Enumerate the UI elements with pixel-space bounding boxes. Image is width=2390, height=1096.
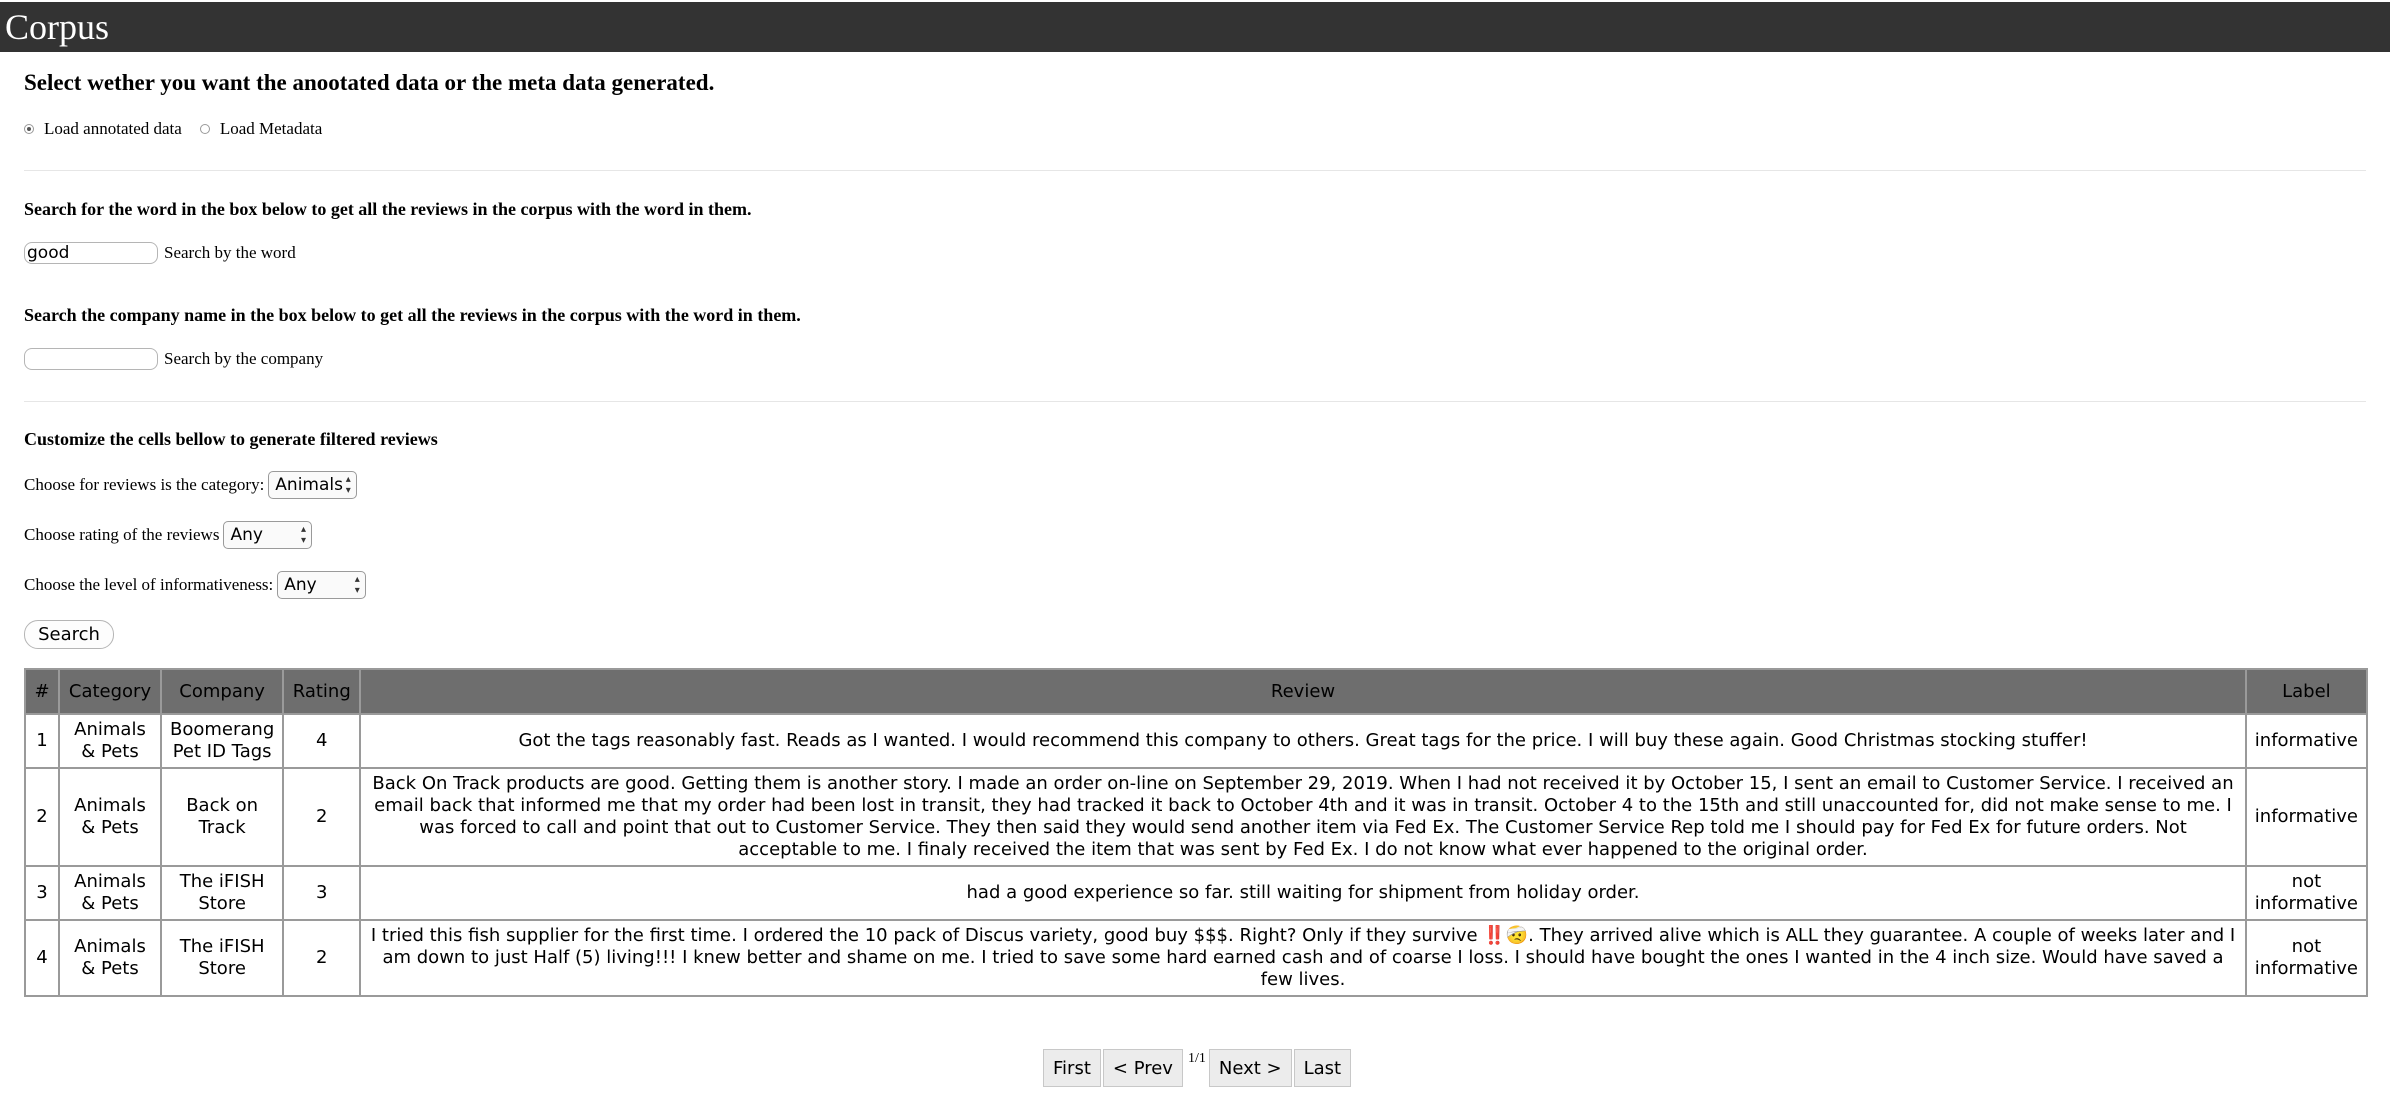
cell-rating: 4 <box>282 713 362 769</box>
next-page-button[interactable]: Next > <box>1208 1049 1292 1087</box>
word-search-input[interactable]: good <box>24 242 158 264</box>
cell-label: informative <box>2244 713 2369 769</box>
cell-index: 4 <box>24 919 60 997</box>
informativeness-select[interactable]: Any ▴ ▾ <box>277 571 367 599</box>
cell-label: not informative <box>2244 865 2369 921</box>
col-header-index: # <box>24 668 60 715</box>
cell-category: Animals & Pets <box>58 713 162 769</box>
top-header: Corpus <box>0 2 2390 52</box>
cell-category: Animals & Pets <box>58 919 162 997</box>
select-arrows-icon: ▴ ▾ <box>300 524 306 546</box>
filters-heading: Customize the cells bellow to generate f… <box>24 429 438 449</box>
radio-metadata-label[interactable]: Load Metadata <box>220 119 322 139</box>
reviews-table: # Category Company Rating Review Label 1… <box>24 668 2369 997</box>
radio-annotated-data[interactable] <box>24 124 34 134</box>
cell-company: The iFISH Store <box>159 865 285 921</box>
divider <box>24 401 2366 402</box>
category-filter-row: Choose for reviews is the category: Anim… <box>24 471 358 499</box>
company-search-row: Search by the company <box>24 348 323 370</box>
table-row: 1 Animals & Pets Boomerang Pet ID Tags 4… <box>24 713 2369 769</box>
select-arrows-icon: ▴ ▾ <box>354 574 360 596</box>
cell-category: Animals & Pets <box>58 767 162 867</box>
cell-review: I tried this fish supplier for the first… <box>359 919 2247 997</box>
word-search-label: Search by the word <box>164 243 296 262</box>
cell-index: 1 <box>24 713 60 769</box>
table-row: 2 Animals & Pets Back on Track 2 Back On… <box>24 767 2369 867</box>
cell-index: 2 <box>24 767 60 867</box>
col-header-label: Label <box>2244 668 2369 715</box>
informativeness-select-value: Any <box>284 575 317 595</box>
cell-company: Back on Track <box>159 767 285 867</box>
data-select-radio-group: Load annotated data Load Metadata <box>24 119 340 139</box>
table-row: 3 Animals & Pets The iFISH Store 3 had a… <box>24 865 2369 921</box>
rating-select-value: Any <box>230 525 263 545</box>
cell-label: not informative <box>2244 919 2369 997</box>
cell-label: informative <box>2244 767 2369 867</box>
category-select-value: Animals <box>275 475 343 495</box>
radio-annotated-data-label[interactable]: Load annotated data <box>44 119 182 139</box>
divider <box>24 170 2366 171</box>
cell-rating: 2 <box>282 767 362 867</box>
informativeness-filter-row: Choose the level of informativeness: Any… <box>24 571 367 599</box>
col-header-category: Category <box>58 668 162 715</box>
cell-rating: 2 <box>282 919 362 997</box>
cell-review: Back On Track products are good. Getting… <box>359 767 2247 867</box>
search-button[interactable]: Search <box>24 620 114 649</box>
company-search-heading: Search the company name in the box below… <box>24 305 801 325</box>
word-search-row: good Search by the word <box>24 242 296 264</box>
company-search-label: Search by the company <box>164 349 324 368</box>
prev-page-button[interactable]: < Prev <box>1102 1049 1183 1087</box>
cell-index: 3 <box>24 865 60 921</box>
rating-filter-row: Choose rating of the reviews Any ▴ ▾ <box>24 521 313 549</box>
cell-category: Animals & Pets <box>58 865 162 921</box>
col-header-rating: Rating <box>282 668 362 715</box>
first-page-button[interactable]: First <box>1043 1049 1101 1087</box>
select-arrows-icon: ▴ ▾ <box>345 474 351 496</box>
page-title: Corpus <box>5 7 110 47</box>
cell-company: Boomerang Pet ID Tags <box>159 713 285 769</box>
page-indicator: 1/1 <box>1187 1051 1206 1066</box>
pagination: First < Prev 1/1 Next > Last <box>1043 1049 1353 1087</box>
company-search-input[interactable] <box>24 348 158 370</box>
table-header-row: # Category Company Rating Review Label <box>24 668 2369 715</box>
rating-filter-label: Choose rating of the reviews <box>24 525 220 544</box>
radio-metadata[interactable] <box>199 124 210 134</box>
cell-review: had a good experience so far. still wait… <box>359 865 2247 921</box>
word-search-heading: Search for the word in the box below to … <box>24 199 752 219</box>
cell-review: Got the tags reasonably fast. Reads as I… <box>359 713 2247 769</box>
rating-select[interactable]: Any ▴ ▾ <box>223 521 313 549</box>
last-page-button[interactable]: Last <box>1293 1049 1352 1087</box>
data-select-heading: Select wether you want the anootated dat… <box>24 70 715 95</box>
cell-company: The iFISH Store <box>159 919 285 997</box>
informativeness-filter-label: Choose the level of informativeness: <box>24 575 274 594</box>
cell-rating: 3 <box>282 865 362 921</box>
col-header-company: Company <box>159 668 285 715</box>
category-select[interactable]: Animals ▴ ▾ <box>268 471 358 499</box>
category-filter-label: Choose for reviews is the category: <box>24 475 265 494</box>
col-header-review: Review <box>359 668 2247 715</box>
table-row: 4 Animals & Pets The iFISH Store 2 I tri… <box>24 919 2369 997</box>
